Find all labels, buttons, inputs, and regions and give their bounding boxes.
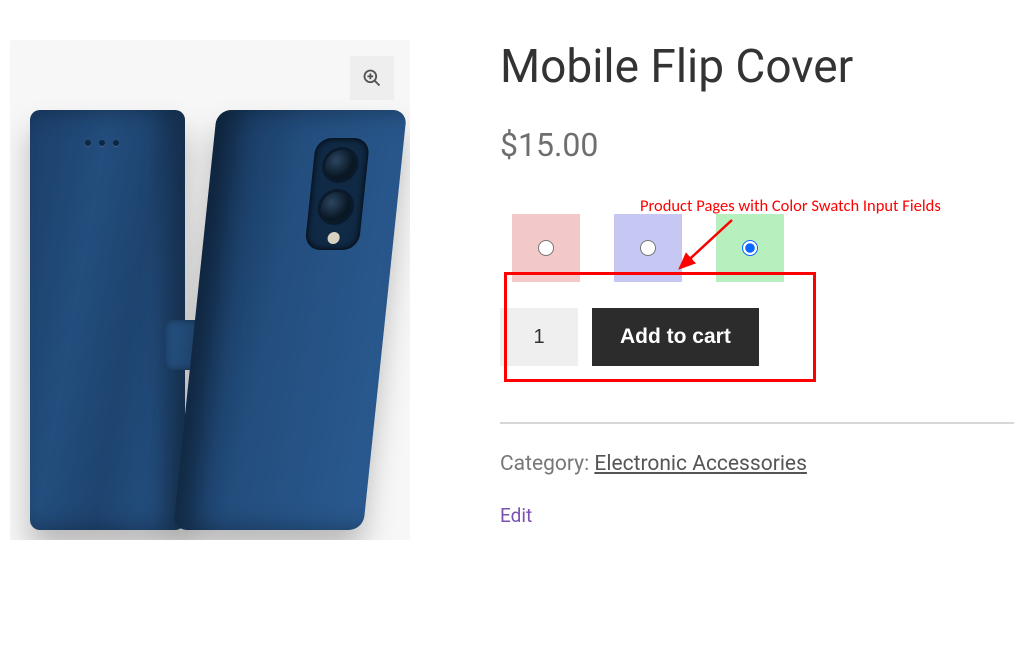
color-swatch-3[interactable] [716,214,784,282]
category-link[interactable]: Electronic Accessories [594,452,807,476]
quantity-input[interactable] [500,308,578,366]
meta-separator [500,422,1014,424]
color-swatches [512,214,1014,282]
add-to-cart-button[interactable]: Add to cart [592,308,759,366]
product-price: $15.00 [500,126,1014,164]
product-title: Mobile Flip Cover [500,40,1014,94]
color-swatch-1[interactable] [512,214,580,282]
category-label: Category: [500,452,594,476]
product-gallery [10,40,410,540]
color-radio-3[interactable] [742,240,758,256]
annotation-text: Product Pages with Color Swatch Input Fi… [640,196,941,216]
product-image[interactable] [10,40,410,540]
color-radio-1[interactable] [538,240,554,256]
edit-link[interactable]: Edit [500,504,532,527]
color-radio-2[interactable] [640,240,656,256]
product-category: Category: Electronic Accessories [500,452,1014,476]
zoom-button[interactable] [350,56,394,100]
zoom-in-icon [362,68,382,88]
color-swatch-2[interactable] [614,214,682,282]
